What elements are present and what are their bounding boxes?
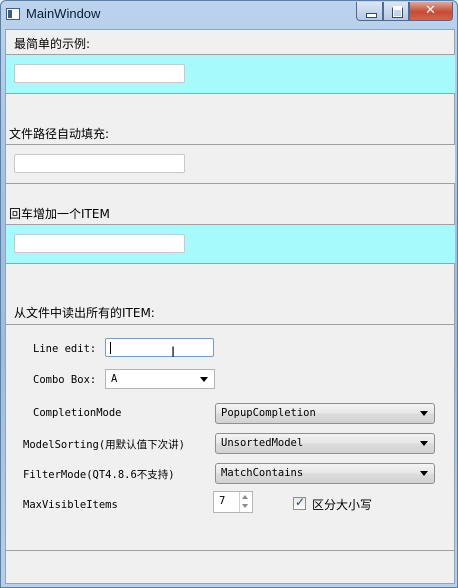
chevron-down-icon[interactable]: [420, 441, 428, 446]
completion-mode-label: CompletionMode: [33, 407, 122, 419]
filter-mode-select[interactable]: MatchContains: [215, 463, 435, 484]
max-visible-label: MaxVisibleItems: [23, 499, 118, 511]
window-title: MainWindow: [26, 6, 101, 21]
title-bar[interactable]: MainWindow: [1, 1, 457, 29]
section3-frame: [6, 224, 455, 264]
completion-mode-value: PopupCompletion: [221, 407, 316, 419]
ibeam-cursor-icon: I: [171, 345, 176, 361]
case-sensitive-checkbox[interactable]: [293, 495, 306, 510]
spin-buttons[interactable]: [239, 492, 252, 512]
chevron-down-icon[interactable]: [200, 377, 208, 382]
chevron-down-icon[interactable]: [420, 471, 428, 476]
model-sorting-value: UnsortedModel: [221, 437, 304, 449]
main-window: MainWindow 最简单的示例: 文件路径自动填充: 回车增加一个ITEM …: [0, 0, 458, 588]
section1-frame: [6, 54, 455, 94]
section3-label: 回车增加一个ITEM: [9, 207, 110, 221]
text-caret: [110, 342, 111, 354]
section1-line-edit[interactable]: [14, 64, 185, 83]
filter-mode-label: FilterMode(QT4.8.6不支持): [23, 469, 175, 481]
filter-mode-value: MatchContains: [221, 467, 304, 479]
spin-down-icon[interactable]: [242, 504, 248, 508]
model-sorting-label: ModelSorting(用默认值下次讲): [23, 439, 186, 451]
minimize-button[interactable]: [356, 2, 383, 21]
model-sorting-select[interactable]: UnsortedModel: [215, 433, 435, 454]
case-sensitive-label[interactable]: 区分大小写: [312, 496, 372, 513]
chevron-down-icon[interactable]: [420, 411, 428, 416]
app-icon: [6, 8, 20, 20]
section2-line-edit[interactable]: [14, 154, 185, 173]
combo-box-value: A: [111, 373, 118, 385]
section4-frame-top: [6, 324, 455, 325]
file-line-edit[interactable]: [105, 338, 214, 357]
completion-mode-select[interactable]: PopupCompletion: [215, 403, 435, 424]
spin-up-icon[interactable]: [242, 495, 248, 499]
max-visible-value: 7: [219, 495, 226, 507]
close-button[interactable]: [409, 2, 453, 21]
central-widget: 最简单的示例: 文件路径自动填充: 回车增加一个ITEM 从文件中读出所有的IT…: [5, 29, 455, 584]
max-visible-spinbox[interactable]: 7: [213, 491, 253, 513]
maximize-button[interactable]: [383, 2, 409, 21]
section2-frame: [6, 144, 455, 184]
section2-label: 文件路径自动填充:: [9, 127, 110, 141]
section3-line-edit[interactable]: [14, 234, 185, 253]
section4-frame-bottom: [6, 550, 455, 551]
combo-box-label: Combo Box:: [33, 374, 97, 386]
line-edit-label: Line edit:: [33, 343, 97, 355]
section4-label: 从文件中读出所有的ITEM:: [14, 306, 155, 320]
section1-label: 最简单的示例:: [14, 37, 91, 51]
combo-box[interactable]: A: [105, 369, 215, 389]
